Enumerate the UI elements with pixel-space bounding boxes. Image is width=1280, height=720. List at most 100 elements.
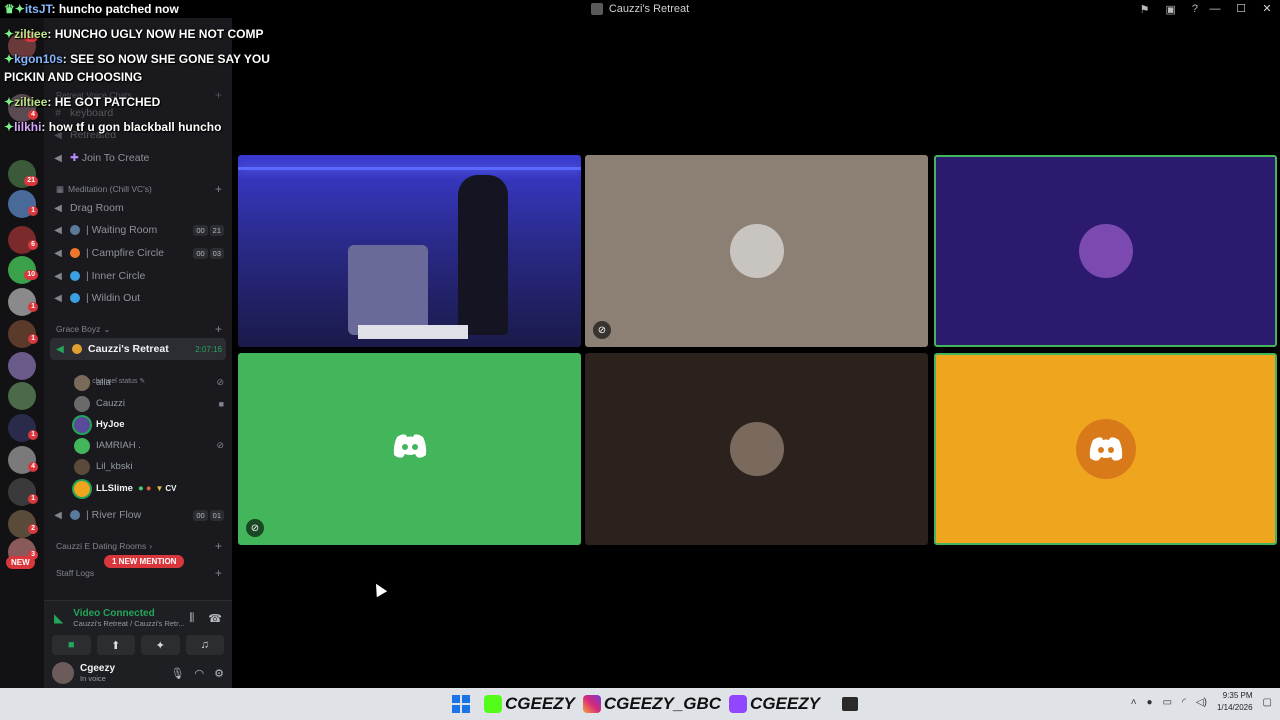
led-strip-image <box>238 167 581 170</box>
unread-badge: 1 <box>28 494 38 504</box>
camera-toggle-button[interactable]: ■ <box>52 635 91 655</box>
twitch-handle: CGEEZY <box>729 694 820 714</box>
channel-campfire-circle[interactable]: ◀ | Campfire Circle 00 03 <box>52 243 224 263</box>
video-tile-speaking[interactable] <box>934 353 1277 545</box>
unread-badge: 6 <box>28 240 38 250</box>
speaker-active-icon: ◀ <box>56 343 64 355</box>
add-channel-icon[interactable]: + <box>215 88 222 102</box>
chevron-right-icon: › <box>149 541 153 551</box>
disconnect-icon[interactable]: ☎ <box>208 612 222 625</box>
channel-drag-room[interactable]: ◀ Drag Room <box>52 198 224 218</box>
category-grace-boyz[interactable]: Grace Boyz ⌄ + <box>56 322 222 336</box>
headphones-icon[interactable]: ◠ <box>195 667 205 680</box>
activities-button[interactable]: ✦ <box>141 635 180 655</box>
speaker-icon: ◀ <box>54 509 62 521</box>
screen-share-button[interactable]: ⬆ <box>96 635 135 655</box>
desk-light-image <box>358 325 468 339</box>
voice-connection-panel: ◣ Video Connected Cauzzi's Retreat / Cau… <box>44 600 232 658</box>
meditation-emoji-icon <box>70 225 80 235</box>
add-channel-icon[interactable]: + <box>215 566 222 580</box>
category-dating-rooms[interactable]: Cauzzi E Dating Rooms › + <box>56 539 222 553</box>
maximize-button[interactable]: ☐ <box>1228 0 1254 18</box>
voice-user-lil-kbski[interactable]: Lil_kbski <box>74 456 224 477</box>
noise-suppression-icon[interactable]: ⫼ <box>189 612 194 625</box>
sparkle-icon: ✦ <box>4 120 15 134</box>
chair-image <box>348 245 428 335</box>
heart-emoji-icon: ● <box>145 483 152 494</box>
clock[interactable]: 9:35 PM 1/14/2026 <box>1217 690 1253 714</box>
window-title: Cauzzi's Retreat <box>608 3 690 15</box>
voice-status[interactable]: Video Connected <box>73 608 184 619</box>
video-tile[interactable] <box>585 353 928 545</box>
microphone-icon[interactable]: 🎙︎ <box>171 667 185 680</box>
wifi-icon[interactable]: ◜ <box>1182 697 1186 708</box>
sparkle-icon: ✦ <box>4 52 15 66</box>
user-limit-counter: 00 03 <box>193 247 224 259</box>
voice-user-hyjoe[interactable]: HyJoe <box>74 414 224 435</box>
avatar[interactable] <box>52 662 74 684</box>
category-meditation[interactable]: ▦ Meditation (Chill VC's) + <box>56 182 222 196</box>
chat-message: ✦ziltiee: HE GOT PATCHED <box>4 95 161 109</box>
channel-river-flow[interactable]: ◀ | River Flow 00 01 <box>52 505 224 525</box>
microphone-tray-icon[interactable]: ● <box>1147 697 1153 708</box>
chat-message: ✦lilkhi: how tf u gon blackball huncho <box>4 120 222 134</box>
person-figure-image <box>458 175 508 335</box>
notification-icon[interactable]: ▢ <box>1263 697 1272 708</box>
channel-cauzzis-retreat[interactable]: ◀ Cauzzi's Retreat 2:07:16 <box>50 338 226 360</box>
call-timer: 2:07:16 <box>195 344 222 354</box>
add-channel-icon[interactable]: + <box>215 182 222 196</box>
channel-inner-circle[interactable]: ◀ | Inner Circle <box>52 266 224 286</box>
screen-icon[interactable]: ▣ <box>1165 3 1175 16</box>
signal-icon[interactable]: ◣ <box>54 611 63 625</box>
voice-channel-path[interactable]: Cauzzi's Retreat / Cauzzi's Retr... <box>73 619 184 628</box>
server-icon[interactable] <box>8 352 36 380</box>
username[interactable]: Cgeezy <box>80 663 115 674</box>
volume-icon[interactable]: ◁) <box>1196 697 1207 708</box>
server-icon[interactable] <box>8 382 36 410</box>
help-icon[interactable]: ? <box>1192 3 1198 15</box>
windows-start-icon[interactable] <box>452 695 470 713</box>
category-staff-logs[interactable]: Staff Logs + <box>56 566 222 580</box>
avatar <box>74 480 90 497</box>
video-tile[interactable]: ⊘ <box>585 155 928 347</box>
instagram-logo-icon <box>582 695 601 713</box>
instagram-handle: CGEEZY_GBC <box>582 694 721 714</box>
title-bar: Cauzzi's Retreat ⚑ ▣ ? — ☐ ✕ <box>0 0 1280 18</box>
close-button[interactable]: ✕ <box>1254 0 1280 18</box>
new-servers-pill[interactable]: NEW <box>6 556 35 569</box>
speaker-icon: ◀ <box>54 292 62 304</box>
unread-badge: 21 <box>24 176 38 186</box>
voice-user-iamriah[interactable]: IAMRIAH . ⊘ <box>74 435 224 456</box>
speaker-icon: ◀ <box>54 270 62 282</box>
inbox-icon[interactable]: ⚑ <box>1140 3 1150 16</box>
user-tag: CV <box>165 484 177 493</box>
minimize-button[interactable]: — <box>1202 0 1228 18</box>
channel-waiting-room[interactable]: ◀ | Waiting Room 00 21 <box>52 220 224 240</box>
system-tray: ˄ ● ▭ ◜ ◁) 9:35 PM 1/14/2026 ▢ <box>1131 690 1272 714</box>
display-icon[interactable]: ▭ <box>1163 697 1172 708</box>
server-thumbnail <box>590 3 603 15</box>
soundboard-button[interactable]: ♫ <box>185 635 224 655</box>
trophy-icon: ▼ <box>155 484 164 493</box>
twitch-logo-icon <box>729 695 748 713</box>
terminal-app-icon[interactable] <box>841 697 858 711</box>
video-tile-speaking[interactable] <box>934 155 1277 347</box>
chevron-down-icon: ⌄ <box>103 323 111 334</box>
chevron-up-icon[interactable]: ˄ <box>1131 697 1137 708</box>
add-channel-icon[interactable]: + <box>215 539 222 553</box>
kick-handle: CGEEZY <box>484 694 575 714</box>
voice-user-alia[interactable]: alia ⊘ <box>74 372 224 393</box>
channel-join-to-create[interactable]: ◀ ✚ Join To Create <box>52 148 224 168</box>
voice-user-cauzzi[interactable]: Cauzzi ■ <box>74 393 224 414</box>
add-channel-icon[interactable]: + <box>215 322 222 336</box>
mute-icon: ⊘ <box>216 440 224 450</box>
avatar <box>74 416 90 433</box>
video-tile[interactable] <box>238 155 581 347</box>
unread-badge: 2 <box>28 524 38 534</box>
settings-gear-icon[interactable]: ⚙ <box>214 667 224 680</box>
video-tile[interactable]: ⊘ <box>238 353 581 545</box>
voice-user-llslime[interactable]: LLSlime ● ● ▼ CV <box>74 478 224 499</box>
channel-wildin-out[interactable]: ◀ | Wildin Out <box>52 288 224 308</box>
avatar <box>74 437 90 454</box>
avatar <box>74 395 90 412</box>
